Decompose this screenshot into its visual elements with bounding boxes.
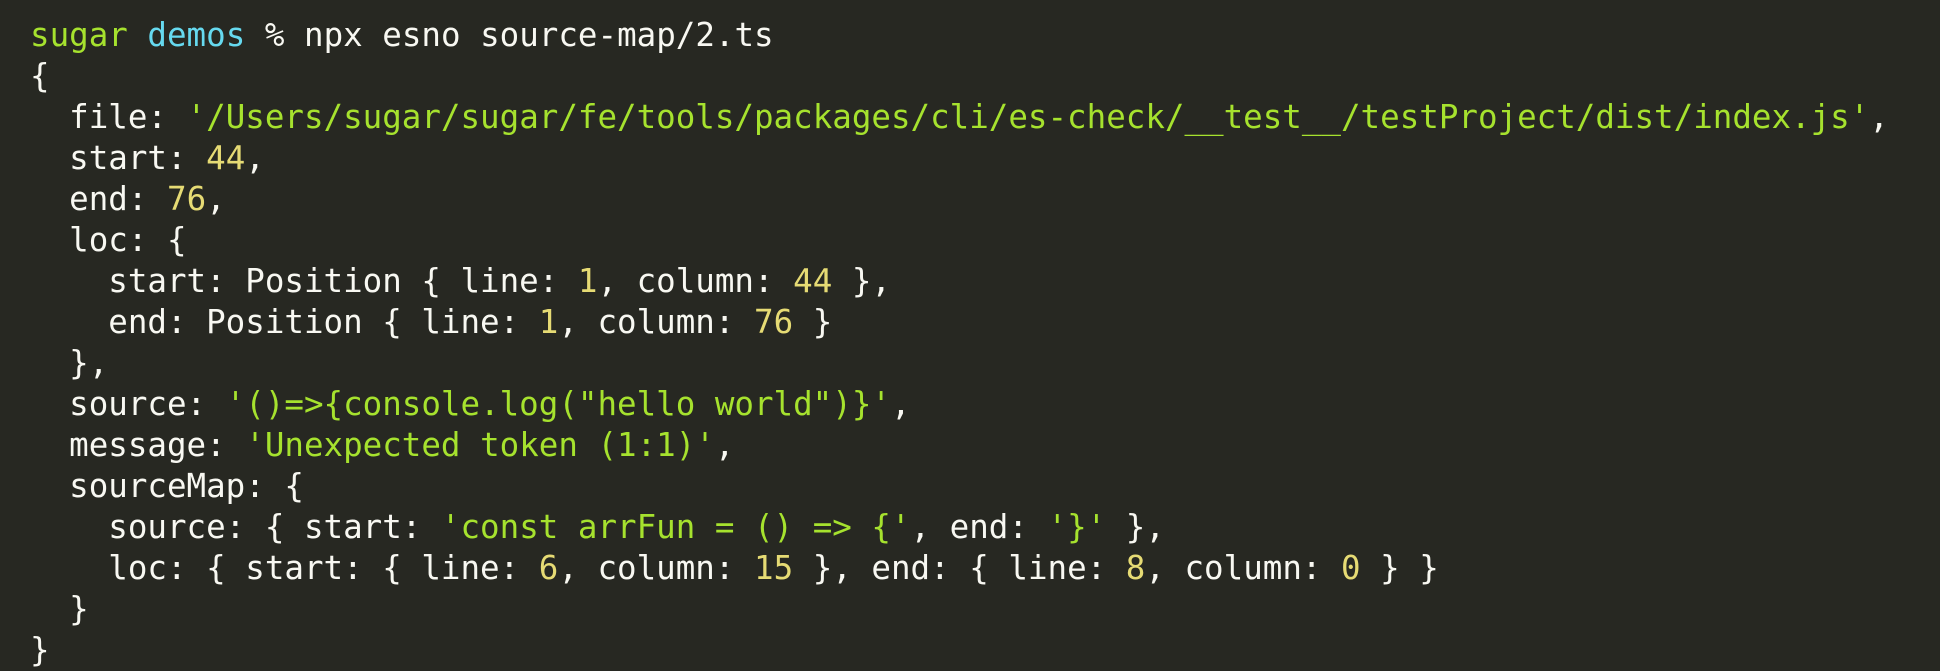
sm-source-start-value: 'const arrFun = () => {' <box>440 508 911 546</box>
output-loc-close: }, <box>30 343 1940 384</box>
file-key: file: <box>69 98 167 136</box>
output-message-line: message: 'Unexpected token (1:1)', <box>69 426 735 464</box>
output-file-line: file: '/Users/sugar/sugar/fe/tools/packa… <box>69 98 1889 136</box>
loc-start-line-value: 1 <box>577 262 598 300</box>
output-sm-loc-line: loc: { start: { line: 6, column: 15 }, e… <box>30 548 1940 589</box>
loc-end-line-value: 1 <box>538 303 559 341</box>
prompt-line: sugar demos % npx esno source-map/2.ts <box>30 15 1940 56</box>
terminal-window[interactable]: sugar demos % npx esno source-map/2.ts {… <box>0 0 1940 669</box>
end-key: end: <box>69 180 148 218</box>
loc-start-column-value: 44 <box>793 262 833 300</box>
output-sourcemap-open: sourceMap: { <box>30 466 1940 507</box>
sm-loc-end-column-value: 0 <box>1341 549 1361 587</box>
file-value: '/Users/sugar/sugar/fe/tools/packages/cl… <box>186 98 1870 136</box>
prompt-directory: demos <box>147 16 246 54</box>
start-key: start: <box>69 139 187 177</box>
sm-loc-prefix: loc: { start: { line: <box>108 549 539 587</box>
sourcemap-open-text: sourceMap: { <box>69 467 304 505</box>
output-loc-start-line: start: Position { line: 1, column: 44 }, <box>30 261 1940 302</box>
output-loc-open: loc: { <box>30 220 1940 261</box>
sm-loc-start-line-value: 6 <box>538 549 559 587</box>
source-value: '()=>{console.log("hello world")}' <box>225 385 891 423</box>
prompt-command: npx esno source-map/2.ts <box>304 16 774 54</box>
sm-loc-end-line-value: 8 <box>1125 549 1146 587</box>
sm-loc-mid1: , column: <box>558 549 754 587</box>
loc-close-text: }, <box>69 344 109 382</box>
loc-end-suffix: } <box>793 303 833 341</box>
start-value: 44 <box>206 139 246 177</box>
sm-source-mid: , end: <box>910 508 1048 546</box>
loc-start-prefix: start: Position { line: <box>108 262 578 300</box>
output-end-line: end: 76, <box>69 180 226 218</box>
sm-loc-mid2: }, end: { line: <box>793 549 1126 587</box>
loc-start-suffix: }, <box>832 262 891 300</box>
sm-loc-start-column-value: 15 <box>754 549 794 587</box>
output-close-brace: } <box>30 631 50 669</box>
loc-start-mid: , column: <box>597 262 794 300</box>
output-sm-source-line: source: { start: 'const arrFun = () => {… <box>30 507 1940 548</box>
source-key: source: <box>69 385 207 423</box>
output-start-line: start: 44, <box>69 139 265 177</box>
message-key: message: <box>69 426 226 464</box>
loc-end-mid: , column: <box>558 303 754 341</box>
sm-source-suffix: }, <box>1106 508 1165 546</box>
sm-source-end-value: '}' <box>1047 508 1107 546</box>
sm-source-prefix: source: { start: <box>108 508 441 546</box>
loc-open-text: loc: { <box>69 221 187 259</box>
loc-end-prefix: end: Position { line: <box>108 303 539 341</box>
output-open-brace: { <box>30 57 50 95</box>
output-sourcemap-close: } <box>30 589 1940 630</box>
sm-loc-suffix: } } <box>1360 549 1439 587</box>
prompt-symbol: % <box>264 16 285 54</box>
output-source-line: source: '()=>{console.log("hello world")… <box>69 385 911 423</box>
prompt-user: sugar <box>30 16 128 54</box>
sourcemap-close-text: } <box>69 590 89 628</box>
message-value: 'Unexpected token (1:1)' <box>245 426 715 464</box>
sm-loc-mid3: , column: <box>1145 549 1342 587</box>
end-value: 76 <box>167 180 207 218</box>
output-loc-end-line: end: Position { line: 1, column: 76 } <box>30 302 1940 343</box>
loc-end-column-value: 76 <box>754 303 794 341</box>
